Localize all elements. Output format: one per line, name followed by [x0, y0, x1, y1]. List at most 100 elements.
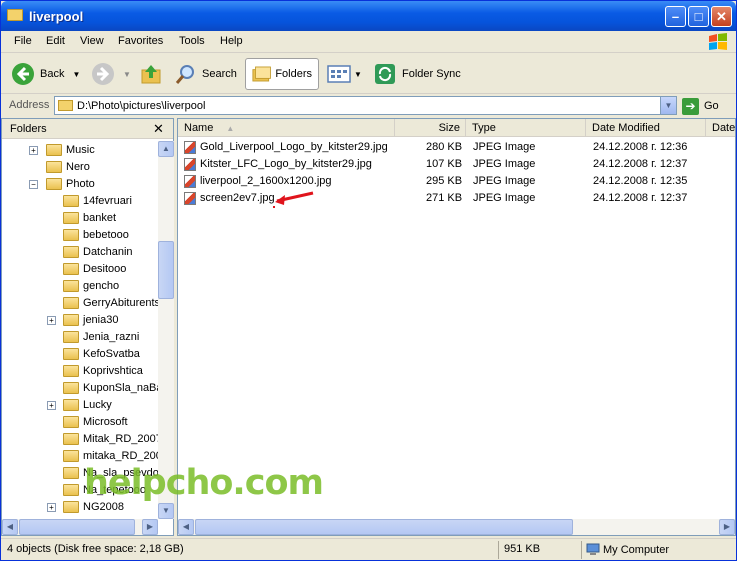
- tree-item-label: Photo: [66, 177, 95, 190]
- tree-item[interactable]: KuponSla_naBa: [63, 379, 158, 396]
- up-folder-button[interactable]: [140, 58, 162, 90]
- menu-favorites[interactable]: Favorites: [118, 35, 163, 47]
- address-dropdown-chevron-icon[interactable]: ▼: [660, 97, 676, 114]
- tree-item-label: GerryAbiturents: [83, 296, 158, 309]
- column-type[interactable]: Type: [466, 119, 586, 137]
- forward-button[interactable]: ▼: [91, 58, 131, 90]
- chevron-down-icon[interactable]: ▼: [123, 70, 131, 79]
- scroll-thumb[interactable]: [19, 519, 135, 535]
- scroll-left-icon[interactable]: ◀: [178, 519, 194, 535]
- explorer-window: liverpool – □ ✕ File Edit View Favorites…: [0, 0, 737, 561]
- folder-icon: [46, 143, 62, 156]
- go-button[interactable]: ➔ Go: [682, 97, 736, 115]
- file-row[interactable]: liverpool_2_1600x1200.jpg 295 KB JPEG Im…: [178, 173, 735, 190]
- file-name: liverpool_2_1600x1200.jpg: [200, 175, 332, 187]
- menu-file[interactable]: File: [14, 35, 32, 47]
- column-date-modified[interactable]: Date Modified: [586, 119, 706, 137]
- expand-plus-icon[interactable]: +: [47, 503, 56, 512]
- column-date-label: Date: [712, 122, 736, 134]
- file-size: 280 KB: [426, 141, 463, 153]
- column-name-label: Name: [184, 122, 214, 134]
- folder-sync-label: Folder Sync: [402, 68, 461, 80]
- search-icon: [175, 65, 194, 84]
- expand-plus-icon[interactable]: +: [47, 401, 56, 410]
- collapse-minus-icon[interactable]: −: [29, 180, 38, 189]
- status-divider: [581, 541, 582, 559]
- file-type: JPEG Image: [473, 158, 536, 170]
- close-button[interactable]: ✕: [711, 6, 732, 27]
- tree-item[interactable]: Mitak_RD_2007: [63, 430, 158, 447]
- my-computer-icon: [586, 543, 600, 555]
- column-type-label: Type: [472, 122, 496, 134]
- column-name[interactable]: Name ▲: [178, 119, 395, 137]
- file-date: 24.12.2008 г. 12:37: [593, 158, 688, 170]
- minimize-button[interactable]: –: [665, 6, 686, 27]
- file-size: 271 KB: [426, 192, 463, 204]
- file-row[interactable]: Kitster_LFC_Logo_by_kitster29.jpg 107 KB…: [178, 156, 735, 173]
- tree-item-label: mitaka_RD_200: [83, 449, 158, 462]
- tree-item[interactable]: Desitooo: [63, 260, 126, 277]
- expand-plus-icon[interactable]: +: [47, 316, 56, 325]
- views-button[interactable]: ▼: [327, 58, 362, 90]
- folders-pane-title: Folders: [10, 123, 47, 135]
- scroll-right-icon[interactable]: ▶: [142, 519, 158, 535]
- menu-tools[interactable]: Tools: [179, 35, 205, 47]
- tree-item[interactable]: Photo: [46, 175, 95, 192]
- scroll-thumb[interactable]: [195, 519, 573, 535]
- scroll-up-icon[interactable]: ▲: [158, 141, 174, 157]
- scroll-down-icon[interactable]: ▼: [158, 503, 174, 519]
- tree-item[interactable]: mitaka_RD_200: [63, 447, 158, 464]
- tree-item-label: Mitak_RD_2007: [83, 432, 158, 445]
- status-objects: 4 objects (Disk free space: 2,18 GB): [7, 543, 184, 555]
- address-input[interactable]: D:\Photo\pictures\liverpool ▼: [54, 96, 677, 115]
- scroll-thumb[interactable]: [158, 241, 174, 299]
- tree-item[interactable]: gencho: [63, 277, 119, 294]
- search-button[interactable]: Search: [175, 58, 237, 90]
- folders-horizontal-scrollbar[interactable]: ◀ ▶: [2, 519, 158, 535]
- folder-sync-button[interactable]: Folder Sync: [374, 58, 461, 90]
- chevron-down-icon[interactable]: ▼: [354, 70, 362, 79]
- maximize-button[interactable]: □: [688, 6, 709, 27]
- column-size[interactable]: Size: [395, 119, 466, 137]
- menu-edit[interactable]: Edit: [46, 35, 65, 47]
- tree-item[interactable]: Lucky: [63, 396, 112, 413]
- menu-help[interactable]: Help: [220, 35, 243, 47]
- menu-view[interactable]: View: [80, 35, 104, 47]
- tree-item[interactable]: bebetooo: [63, 226, 129, 243]
- folder-icon: [63, 432, 79, 445]
- tree-item-label: Koprivshtica: [83, 364, 143, 377]
- tree-item[interactable]: Datchanin: [63, 243, 133, 260]
- scroll-right-icon[interactable]: ▶: [719, 519, 735, 535]
- folder-icon: [63, 449, 79, 462]
- close-pane-icon[interactable]: ✕: [153, 121, 164, 137]
- file-row[interactable]: screen2ev7.jpg 271 KB JPEG Image 24.12.2…: [178, 190, 735, 207]
- tree-item[interactable]: GerryAbiturents: [63, 294, 158, 311]
- file-size: 107 KB: [426, 158, 463, 170]
- file-name: Gold_Liverpool_Logo_by_kitster29.jpg: [200, 141, 388, 153]
- jpeg-file-icon: [184, 141, 196, 154]
- tree-item[interactable]: Microsoft: [63, 413, 128, 430]
- back-label: Back: [40, 68, 65, 80]
- tree-item[interactable]: banket: [63, 209, 116, 226]
- tree-item[interactable]: Nero: [46, 158, 90, 175]
- tree-item[interactable]: jenia30: [63, 311, 118, 328]
- tree-item[interactable]: 14fevruari: [63, 192, 132, 209]
- column-date[interactable]: Date: [706, 119, 735, 137]
- file-list-horizontal-scrollbar[interactable]: ◀ ▶: [178, 519, 735, 535]
- scroll-left-icon[interactable]: ◀: [2, 519, 18, 535]
- folders-button[interactable]: Folders: [245, 58, 319, 90]
- address-bar: Address D:\Photo\pictures\liverpool ▼ ➔ …: [1, 95, 736, 117]
- back-button[interactable]: Back ▼: [11, 58, 80, 90]
- tree-item[interactable]: Jenia_razni: [63, 328, 139, 345]
- tree-item[interactable]: Koprivshtica: [63, 362, 143, 379]
- tree-item[interactable]: KefoSvatba: [63, 345, 140, 362]
- folder-icon: [63, 466, 79, 479]
- folder-icon: [46, 160, 62, 173]
- title-bar[interactable]: liverpool – □ ✕: [1, 1, 736, 31]
- tree-item[interactable]: Music: [46, 141, 95, 158]
- file-row[interactable]: Gold_Liverpool_Logo_by_kitster29.jpg 280…: [178, 139, 735, 156]
- folders-pane-header: Folders ✕: [2, 119, 173, 139]
- windows-logo-icon: [709, 33, 727, 50]
- chevron-down-icon[interactable]: ▼: [72, 70, 80, 79]
- expand-plus-icon[interactable]: +: [29, 146, 38, 155]
